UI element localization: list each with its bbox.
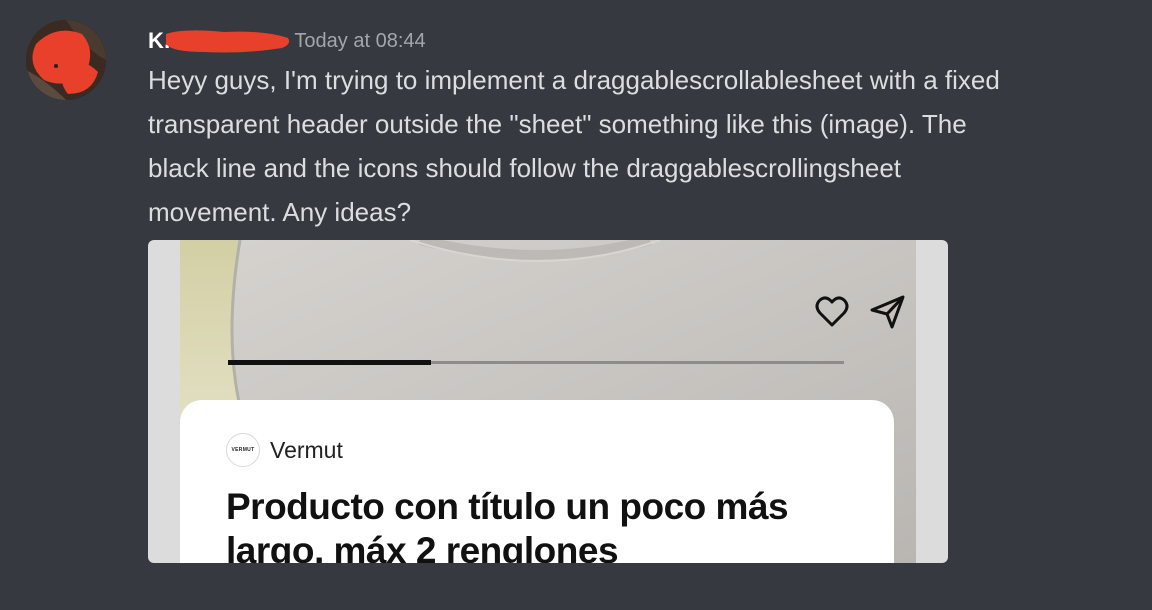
message-content: Heyy guys, I'm trying to implement a dra… xyxy=(148,65,1000,227)
message-header: K. Today at 08:44 xyxy=(148,26,426,56)
draggable-sheet[interactable]: VERMUT Vermut Producto con título un poc… xyxy=(180,400,894,563)
product-photo: VERMUT Vermut Producto con título un poc… xyxy=(180,240,916,563)
image-attachment[interactable]: VERMUT Vermut Producto con título un poc… xyxy=(148,240,948,563)
avatar-image xyxy=(26,20,106,100)
redaction-scribble xyxy=(166,30,290,53)
send-icon[interactable] xyxy=(868,292,908,332)
brand-logo-text: VERMUT xyxy=(231,447,255,453)
brand-row[interactable]: VERMUT Vermut xyxy=(226,433,343,467)
image-progress-fill xyxy=(228,360,432,365)
product-title: Producto con título un poco más largo, m… xyxy=(226,486,789,563)
image-progress-track xyxy=(228,360,844,365)
sheet-header-icons xyxy=(776,292,916,336)
chat-message: K. Today at 08:44 Heyy guys, I'm trying … xyxy=(0,0,1152,610)
brand-name: Vermut xyxy=(270,436,343,463)
brand-logo: VERMUT xyxy=(226,433,260,467)
message-timestamp: Today at 08:44 xyxy=(294,29,426,52)
heart-icon[interactable] xyxy=(812,292,852,332)
avatar[interactable] xyxy=(26,20,106,100)
